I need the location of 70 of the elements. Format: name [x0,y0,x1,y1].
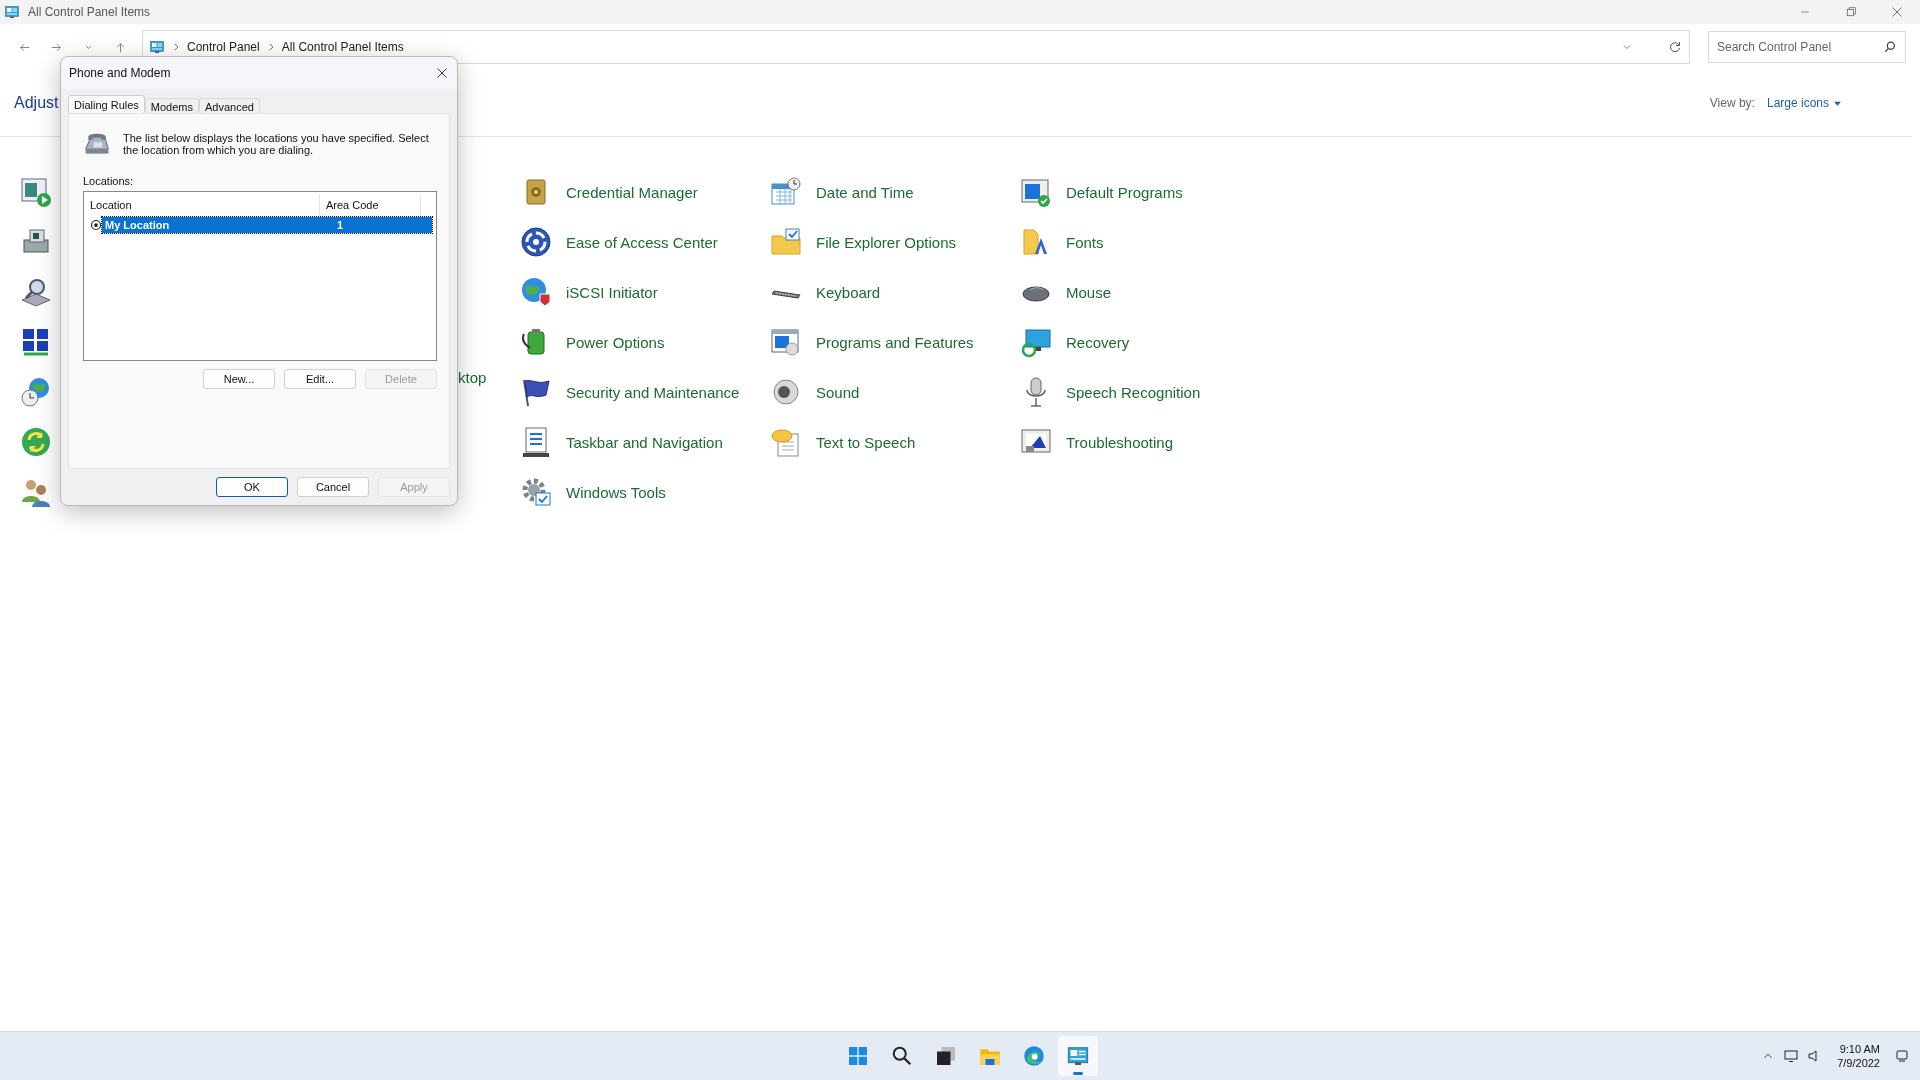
breadcrumb-link[interactable]: Control Panel [187,40,260,54]
tab[interactable]: Advanced [199,98,260,113]
window-title: All Control Panel Items [28,5,152,19]
globe-clock-icon[interactable] [20,376,52,408]
monitor-icon[interactable] [1020,326,1052,358]
item-link[interactable]: Mouse [1066,283,1112,301]
globe-icon[interactable] [520,276,552,308]
dialog-title: Phone and Modem [69,66,172,80]
item-link[interactable]: ktop [458,369,487,386]
radio-icon[interactable] [90,218,102,231]
locations-label: Locations: [83,175,135,187]
item-link[interactable]: Text to Speech [816,433,916,451]
list-icon[interactable] [520,426,552,458]
window-icon[interactable] [1020,176,1052,208]
item-link[interactable]: Fonts [1066,233,1104,251]
item-link[interactable]: Speech Recognition [1066,383,1201,401]
sync-icon[interactable] [20,426,52,458]
tab[interactable]: Dialing Rules [68,95,145,113]
item-link[interactable]: Keyboard [816,283,881,301]
item-link[interactable]: Credential Manager [566,183,698,201]
control-panel-icon [149,39,165,55]
windows-icon[interactable] [846,1044,870,1068]
item-link[interactable]: Windows Tools [566,483,666,501]
table-cell-text: My Location [104,218,171,231]
item-link[interactable]: Sound [816,383,860,401]
item-link[interactable]: Power Options [566,333,665,351]
control-panel-icon[interactable] [1066,1044,1090,1068]
item-link[interactable]: File Explorer Options [816,233,957,251]
clock-date[interactable]: 7/9/2022 [1837,1056,1880,1070]
refresh-icon[interactable] [1667,39,1683,55]
dialog-button[interactable]: New... [203,369,275,389]
item-link[interactable]: Ease of Access Center [566,233,718,251]
item-link[interactable]: Default Programs [1066,183,1183,201]
address-bar[interactable]: Control Panel All Control Panel Items [142,30,1690,64]
task-view-icon[interactable] [934,1044,958,1068]
accessibility-icon[interactable] [520,226,552,258]
item-link[interactable]: iSCSI Initiator [566,283,658,301]
browser-icon[interactable] [1022,1044,1046,1068]
gear-icon[interactable] [520,476,552,508]
item-link[interactable]: Troubleshooting [1066,433,1173,451]
window-icon[interactable] [770,326,802,358]
calendar-icon[interactable] [770,176,802,208]
breadcrumb-link[interactable]: All Control Panel Items [281,40,404,54]
search-field[interactable]: Search Control Panel [1708,31,1906,63]
table-cell-text: 1 [336,218,344,231]
media-icon[interactable] [20,176,52,208]
folder-icon[interactable] [770,226,802,258]
item-link[interactable]: Date and Time [816,183,914,201]
chevron-right-icon [171,42,181,52]
monitor-icon[interactable] [1783,1048,1800,1064]
search-icon[interactable] [1883,40,1897,54]
description-text: The list below displays the locations you have specified. Select the location from which you are dialing. [123,132,430,156]
page-heading: Adjust [14,94,59,112]
locations-list[interactable]: Location Area Code My Location 1 [83,191,437,361]
speaker-icon[interactable] [770,376,802,408]
tab[interactable]: Modems [144,98,199,113]
view-by-label: View by: [1709,96,1755,110]
item-link[interactable]: Programs and Features [816,333,974,351]
item-link[interactable]: Security and Maintenance [566,383,740,401]
notification-icon[interactable] [1894,1048,1910,1064]
magnifier-icon[interactable] [20,276,52,308]
view-by-dropdown[interactable]: Large icons [1766,96,1842,110]
dialog-button[interactable]: Edit... [284,369,356,389]
dialog-button[interactable]: Cancel [297,477,369,497]
control-panel-icon [4,4,20,20]
item-link[interactable]: Taskbar and Navigation [566,433,723,451]
search-icon[interactable] [890,1044,914,1068]
dialog-button[interactable]: OK [216,477,288,497]
item-link[interactable]: Recovery [1066,333,1130,351]
clock-time[interactable]: 9:10 AM [1839,1042,1880,1056]
